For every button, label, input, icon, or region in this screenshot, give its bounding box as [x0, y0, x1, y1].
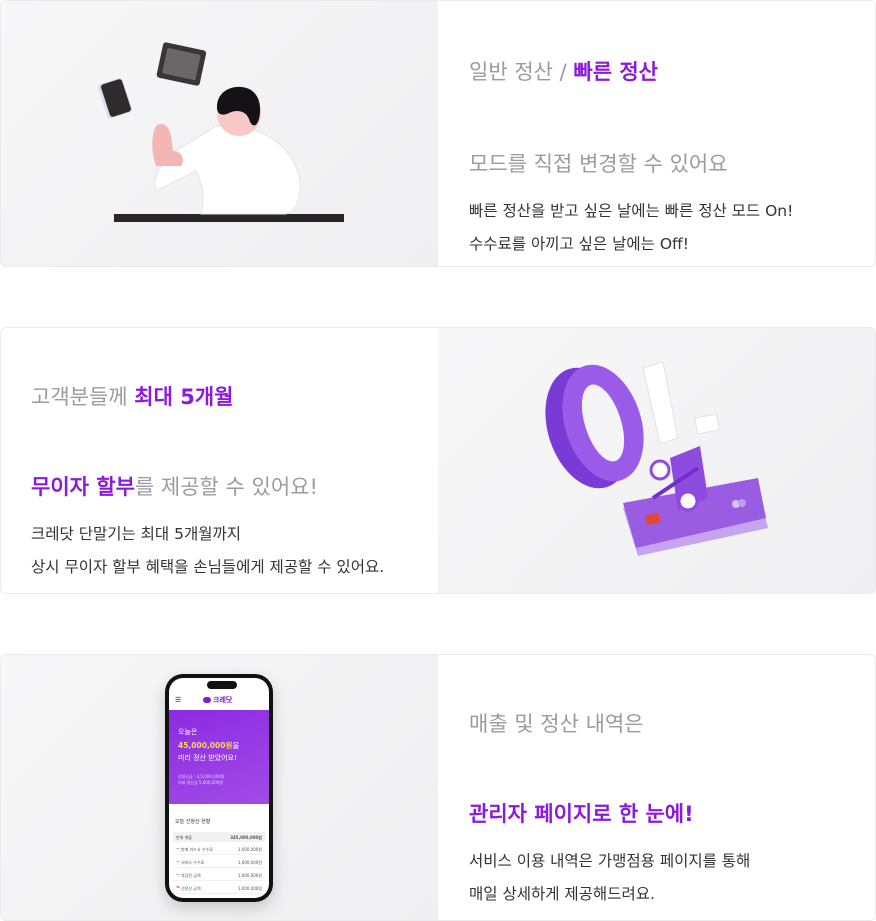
- text-panel: 일반 정산 / 빠른 정산 모드를 직접 변경할 수 있어요 빠른 정산을 받고…: [438, 1, 875, 266]
- heading-line-1: 고객분들께 최대 5개월: [31, 385, 234, 409]
- zero-shape: [545, 364, 644, 489]
- tablet-shape: [156, 42, 207, 86]
- zero-percent-card-illustration: [545, 361, 768, 556]
- hero-banner: 오늘은 45,000,000원을 미리 정산 받았어요! 선정산금 : 4,5,…: [169, 710, 269, 804]
- heading-highlight: 최대 5개월: [134, 385, 234, 409]
- heading-line-1: 매출 및 정산 내역은: [469, 712, 644, 736]
- phone-mockup: ☰ 크레닷 오늘은 45,000,000원을 미리 정산 받았어요! 선정산금 …: [165, 674, 273, 902]
- app-bar: ☰ 크레닷: [169, 692, 269, 710]
- illustration-panel: [438, 328, 875, 593]
- illustration-panel: ☰ 크레닷 오늘은 45,000,000원을 미리 정산 받았어요! 선정산금 …: [1, 655, 438, 920]
- desk-bar: [114, 214, 344, 222]
- phone-screen: ☰ 크레닷 오늘은 45,000,000원을 미리 정산 받았어요! 선정산금 …: [169, 678, 269, 898]
- list-title: 오늘 선정산 현황: [175, 819, 211, 825]
- description-line-2: 수수료를 아끼고 싶은 날에는 Off!: [469, 235, 689, 253]
- description-line-2: 상시 무이자 할부 혜택을 손님들에게 제공할 수 있어요.: [31, 558, 385, 576]
- text-panel: 매출 및 정산 내역은 관리자 페이지로 한 눈에! 서비스 이용 내역은 가맹…: [438, 655, 875, 920]
- feature-card-installment: 고객분들께 최대 5개월 무이자 할부를 제공할 수 있어요! 크레닷 단말기는…: [0, 327, 876, 594]
- feature-card-admin-page: ☰ 크레닷 오늘은 45,000,000원을 미리 정산 받았어요! 선정산금 …: [0, 654, 876, 921]
- phone-shape: [97, 77, 133, 119]
- text-panel: 고객분들께 최대 5개월 무이자 할부를 제공할 수 있어요! 크레닷 단말기는…: [1, 328, 438, 593]
- phone-notch: [207, 681, 237, 689]
- description-line-1: 크레닷 단말기는 최대 5개월까지: [31, 525, 242, 543]
- hero-sub-2: 미래 정산금 5,000,000원: [178, 780, 223, 785]
- torso-shape: [154, 124, 301, 215]
- description: 서비스 이용 내역은 가맹점용 페이지를 통해 매일 상세하게 제공해드려요.: [469, 845, 875, 911]
- feature-card-settlement-mode: 일반 정산 / 빠른 정산 모드를 직접 변경할 수 있어요 빠른 정산을 받고…: [0, 0, 876, 267]
- heading-line-2: 무이자 할부를 제공할 수 있어요!: [31, 475, 318, 499]
- list-item: = 선정산 금액 1,000,000원: [173, 883, 265, 894]
- description: 빠른 정산을 받고 싶은 날에는 빠른 정산 모드 On! 수수료를 아끼고 싶…: [469, 195, 875, 261]
- list-header: 판매 매출 345,000,000원: [173, 832, 265, 842]
- heading-highlight: 무이자 할부: [31, 475, 135, 499]
- receipt-shape: [642, 361, 679, 445]
- hero-line-1: 오늘은: [178, 728, 198, 736]
- illustration-panel: [1, 1, 438, 266]
- list-item: − 서비스 수수료 1,000,000원: [173, 857, 265, 868]
- person-with-devices-illustration: [97, 42, 344, 222]
- hand-shape: [152, 124, 184, 166]
- heading-line-2: 모드를 직접 변경할 수 있어요: [469, 152, 728, 176]
- description-line-2: 매일 상세하게 제공해드려요.: [469, 885, 655, 903]
- hero-amount: 45,000,000원을: [178, 741, 240, 750]
- menu-icon: ☰: [175, 696, 182, 704]
- heading-highlight: 빠른 정산: [573, 60, 658, 84]
- heading-line-1: 일반 정산 / 빠른 정산: [469, 60, 658, 84]
- brand-logo: 크레닷: [203, 695, 232, 705]
- heading-highlight: 관리자 페이지로 한 눈에!: [469, 802, 694, 826]
- list-item: − 차감된 금액 1,000,000원: [173, 870, 265, 881]
- brand-mark-icon: [203, 697, 211, 703]
- description: 크레닷 단말기는 최대 5개월까지 상시 무이자 할부 혜택을 손님들에게 제공…: [31, 518, 438, 584]
- tag-shape: [694, 413, 720, 435]
- description-line-1: 빠른 정산을 받고 싶은 날에는 빠른 정산 모드 On!: [469, 202, 794, 220]
- description-line-1: 서비스 이용 내역은 가맹점용 페이지를 통해: [469, 852, 751, 870]
- hero-line-3: 미리 정산 받았어요!: [178, 754, 237, 762]
- heading-line-2: 관리자 페이지로 한 눈에!: [469, 793, 875, 835]
- list-item: − 판매 카드사 수수료 1,000,000원: [173, 844, 265, 855]
